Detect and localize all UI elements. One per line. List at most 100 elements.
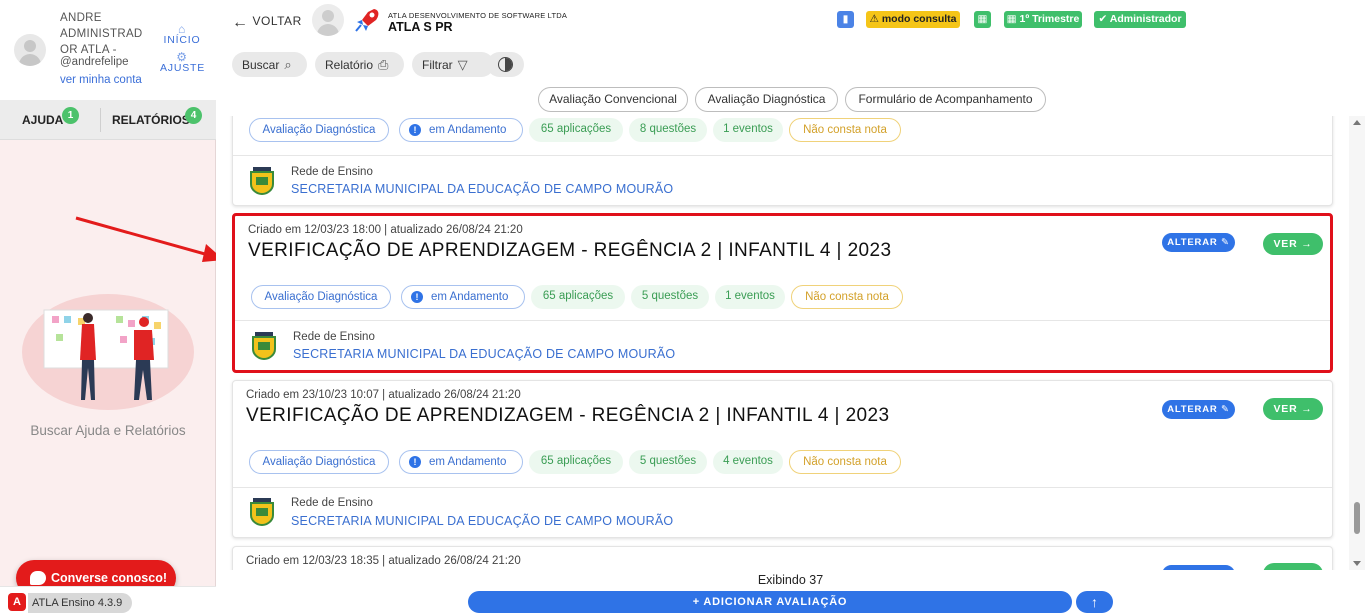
- card-meta: Criado em 12/03/23 18:35 | atualizado 26…: [246, 555, 521, 567]
- footer: Exibindo 37 + ADICIONAR AVALIAÇÃO ↑: [216, 570, 1365, 616]
- consult-mode-badge[interactable]: ⚠ modo consulta: [866, 11, 960, 28]
- questions-chip: 8 questões: [629, 118, 707, 142]
- tab-formulario-acompanhamento[interactable]: Formulário de Acompanhamento: [845, 87, 1046, 112]
- card-divider: [235, 320, 1330, 321]
- evaluation-card: Criado em 23/10/23 10:07 | atualizado 26…: [232, 380, 1333, 538]
- edit-button[interactable]: ALTERAR ✎: [1162, 400, 1235, 419]
- user-handle: @andrefelipe: [60, 56, 129, 68]
- gear-icon: ⚙: [176, 50, 188, 64]
- contrast-button[interactable]: [487, 52, 524, 77]
- events-chip: 1 eventos: [715, 285, 785, 309]
- arrow-right-icon: →: [1301, 403, 1313, 415]
- help-search-label[interactable]: Buscar Ajuda e Relatórios: [0, 423, 216, 438]
- grade-chip: Não consta nota: [789, 118, 901, 142]
- questions-chip: 5 questões: [631, 285, 709, 309]
- network-value[interactable]: SECRETARIA MUNICIPAL DA EDUCAÇÃO DE CAMP…: [291, 182, 673, 196]
- card-title[interactable]: VERIFICAÇÃO DE APRENDIZAGEM - REGÊNCIA 2…: [246, 405, 889, 427]
- tab-ajuda-badge: 1: [62, 107, 79, 124]
- events-chip: 1 eventos: [713, 118, 783, 142]
- edit-icon: ✎: [1220, 404, 1230, 415]
- grade-chip: Não consta nota: [791, 285, 903, 309]
- edit-button[interactable]: ALTERAR ✎: [1162, 233, 1235, 252]
- edit-icon: ✎: [1220, 237, 1230, 248]
- settings-label: AJUSTE: [160, 62, 206, 74]
- filter-button[interactable]: Filtrar ▽: [412, 52, 494, 77]
- home-icon: ⌂: [177, 22, 187, 36]
- scroll-up-icon[interactable]: [1353, 120, 1361, 125]
- settings-link[interactable]: ⚙ AJUSTE: [160, 50, 206, 74]
- applications-chip: 65 aplicações: [531, 285, 625, 309]
- version-bar: A ATLA Ensino 4.3.9: [0, 586, 216, 616]
- scroll-thumb[interactable]: [1354, 502, 1360, 534]
- crest-icon: [250, 498, 274, 526]
- card-meta: Criado em 23/10/23 10:07 | atualizado 26…: [246, 389, 521, 401]
- org-avatar: [312, 4, 344, 36]
- view-label: VER: [1273, 403, 1298, 415]
- calendar-small-icon: ▦: [1006, 13, 1020, 25]
- arrow-right-icon: →: [1301, 238, 1313, 250]
- add-evaluation-button[interactable]: + ADICIONAR AVALIAÇÃO: [468, 591, 1072, 613]
- evaluation-list: Avaliação Diagnóstica ! em Andamento 65 a…: [216, 116, 1349, 570]
- calendar-icon[interactable]: ▦: [974, 11, 991, 28]
- chart-icon[interactable]: ▮: [837, 11, 854, 28]
- report-label: Relatório: [325, 58, 374, 72]
- check-icon: ✔: [1098, 13, 1110, 25]
- applications-chip: 65 aplicações: [529, 118, 623, 142]
- help-tabs: AJUDA 1 RELATÓRIOS 4: [0, 100, 216, 140]
- trimester-badge[interactable]: ▦ 1º Trimestre: [1004, 11, 1082, 28]
- report-button[interactable]: Relatório ⎙: [315, 52, 404, 77]
- type-chip: Avaliação Diagnóstica: [249, 450, 389, 474]
- tab-ajuda[interactable]: AJUDA 1: [22, 107, 79, 127]
- admin-badge[interactable]: ✔ Administrador: [1094, 11, 1186, 28]
- type-chip: Avaliação Diagnóstica: [251, 285, 391, 309]
- chat-bubble-icon: [30, 571, 46, 585]
- evaluation-card: Criado em 12/03/23 18:35 | atualizado 26…: [232, 546, 1333, 570]
- crest-icon: [252, 332, 276, 360]
- applications-chip: 65 aplicações: [529, 450, 623, 474]
- user-avatar[interactable]: [14, 34, 46, 66]
- search-label: Buscar: [242, 58, 280, 72]
- status-chip: ! em Andamento: [399, 450, 523, 474]
- network-value[interactable]: SECRETARIA MUNICIPAL DA EDUCAÇÃO DE CAMP…: [291, 514, 673, 528]
- version-label: ATLA Ensino 4.3.9: [28, 593, 133, 613]
- tab-avaliacao-diagnostica[interactable]: Avaliação Diagnóstica: [695, 87, 838, 112]
- home-label: INÍCIO: [163, 34, 201, 46]
- tab-relatorios-badge: 4: [185, 107, 202, 124]
- back-button[interactable]: ← VOLTAR: [232, 14, 302, 32]
- home-link[interactable]: ⌂ INÍCIO: [160, 22, 204, 46]
- status-label: em Andamento: [429, 456, 507, 468]
- network-label: Rede de Ensino: [291, 166, 373, 178]
- card-divider: [233, 155, 1332, 156]
- search-button[interactable]: Buscar ⌕: [232, 52, 307, 77]
- scroll-down-icon[interactable]: [1353, 561, 1361, 566]
- view-account-link[interactable]: ver minha conta: [60, 74, 142, 86]
- view-button[interactable]: VER →: [1263, 233, 1323, 255]
- user-name: ANDRE ADMINISTRAD OR ATLA -: [60, 12, 143, 56]
- view-button[interactable]: VER: [1263, 563, 1323, 570]
- tab-relatorios[interactable]: RELATÓRIOS 4: [112, 107, 202, 127]
- status-label: em Andamento: [429, 124, 507, 136]
- results-count: Exibindo 37: [757, 573, 824, 587]
- view-button[interactable]: VER →: [1263, 398, 1323, 420]
- network-value[interactable]: SECRETARIA MUNICIPAL DA EDUCAÇÃO DE CAMP…: [293, 347, 675, 361]
- atla-logo-icon: A: [8, 593, 26, 611]
- scroll-top-button[interactable]: ↑: [1076, 591, 1113, 613]
- scrollbar[interactable]: [1349, 116, 1365, 570]
- contrast-icon: [498, 57, 513, 72]
- status-chip: ! em Andamento: [401, 285, 525, 309]
- rocket-icon: [355, 9, 379, 32]
- info-icon: !: [409, 456, 421, 468]
- info-icon: !: [411, 291, 423, 303]
- card-title[interactable]: VERIFICAÇÃO DE APRENDIZAGEM - REGÊNCIA 2…: [248, 240, 891, 262]
- type-chip: Avaliação Diagnóstica: [249, 118, 389, 142]
- user-box: ANDRE ADMINISTRAD OR ATLA - @andrefelipe…: [0, 0, 216, 100]
- sidebar: ANDRE ADMINISTRAD OR ATLA - @andrefelipe…: [0, 0, 216, 616]
- chat-button-label: Converse conosco!: [51, 571, 168, 585]
- tab-avaliacao-convencional[interactable]: Avaliação Convencional: [538, 87, 688, 112]
- card-divider: [233, 487, 1332, 488]
- org-name: ATLA S PR: [388, 20, 453, 34]
- search-icon: ⌕: [284, 57, 292, 72]
- filter-icon: ▽: [457, 57, 468, 72]
- evaluation-card: Avaliação Diagnóstica ! em Andamento 65 a…: [232, 116, 1333, 206]
- status-label: em Andamento: [431, 291, 509, 303]
